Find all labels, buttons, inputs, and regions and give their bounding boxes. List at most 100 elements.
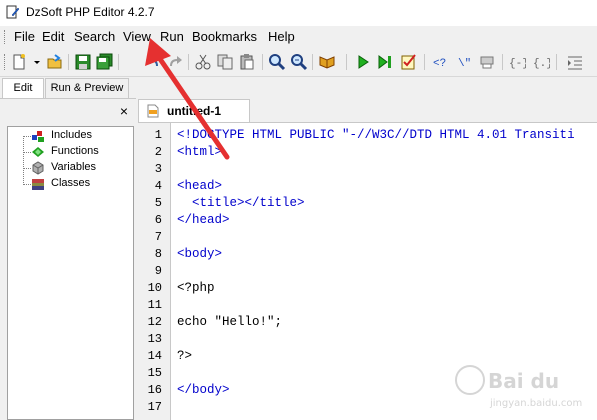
quote-icon[interactable]: \" xyxy=(456,53,474,71)
dropdown-icon[interactable] xyxy=(28,53,40,71)
line-number: 2 xyxy=(154,145,162,159)
toolbar-separator xyxy=(262,54,263,70)
tree-item-includes[interactable]: Includes xyxy=(23,128,131,144)
code-explorer-tree: Includes Functions Variables Classes xyxy=(7,126,134,420)
code-line: <html> xyxy=(177,145,223,159)
includes-icon xyxy=(32,131,44,142)
open-folder-icon[interactable] xyxy=(46,53,64,71)
redo-icon[interactable] xyxy=(166,53,184,71)
line-number: 5 xyxy=(154,196,162,210)
php-file-icon xyxy=(147,104,159,118)
tree-item-label: Variables xyxy=(51,161,97,173)
menu-run[interactable]: Run xyxy=(160,29,184,44)
check-icon[interactable] xyxy=(400,53,418,71)
save-all-icon[interactable] xyxy=(96,53,114,71)
line-number: 7 xyxy=(154,230,162,244)
line-number: 3 xyxy=(154,162,162,176)
menu-edit[interactable]: Edit xyxy=(42,29,64,44)
indent-icon[interactable] xyxy=(566,53,584,71)
php-tag-icon[interactable]: <? xyxy=(432,53,450,71)
line-number: 1 xyxy=(154,128,162,142)
tab-run-preview[interactable]: Run & Preview xyxy=(45,78,129,98)
tree-item-label: Functions xyxy=(51,145,99,157)
toolbar-separator xyxy=(424,54,425,70)
toolbar-separator xyxy=(188,54,189,70)
tree-item-classes[interactable]: Classes xyxy=(23,176,131,192)
classes-icon xyxy=(32,179,44,190)
run-icon[interactable] xyxy=(354,53,372,71)
brace-right-icon[interactable]: {.} xyxy=(532,53,550,71)
tab-edit[interactable]: Edit xyxy=(2,78,44,99)
code-line: <!DOCTYPE HTML PUBLIC "-//W3C//DTD HTML … xyxy=(177,128,575,142)
tree-item-variables[interactable]: Variables xyxy=(23,160,131,176)
title-bar: DzSoft PHP Editor 4.2.7 xyxy=(0,0,597,26)
find-next-icon[interactable] xyxy=(290,53,308,71)
left-tab-strip: Edit Run & Preview xyxy=(0,78,145,99)
menu-bar: File Edit Search View Run Bookmarks Help xyxy=(0,26,597,48)
code-line: echo "Hello!"; xyxy=(177,315,283,329)
line-number: 10 xyxy=(147,281,162,295)
app-icon xyxy=(6,5,20,19)
toolbar-separator xyxy=(68,54,69,70)
document-tab-label: untitled-1 xyxy=(167,104,221,118)
menu-search[interactable]: Search xyxy=(74,29,115,44)
line-number: 12 xyxy=(147,315,162,329)
line-number: 14 xyxy=(147,349,162,363)
run-step-icon[interactable] xyxy=(376,53,394,71)
code-line: <title></title> xyxy=(177,196,305,210)
svg-text:\": \" xyxy=(458,58,471,70)
svg-text:<?: <? xyxy=(433,58,446,70)
svg-text:{.}: {.} xyxy=(533,58,550,70)
watermark-logo: Bai du jingyan.baidu.com xyxy=(455,365,582,409)
paste-icon[interactable] xyxy=(238,53,256,71)
menu-bookmarks[interactable]: Bookmarks xyxy=(192,29,257,44)
code-line: <body> xyxy=(177,247,223,261)
close-panel-icon[interactable]: × xyxy=(118,104,130,118)
menu-view[interactable]: View xyxy=(123,29,151,44)
document-tab[interactable]: untitled-1 xyxy=(138,99,250,122)
window-title: DzSoft PHP Editor 4.2.7 xyxy=(26,5,155,19)
menubar-grip xyxy=(4,30,8,44)
functions-icon xyxy=(32,147,44,157)
line-number: 9 xyxy=(154,264,162,278)
code-line: <head> xyxy=(177,179,223,193)
code-line: ?> xyxy=(177,349,193,363)
find-icon[interactable] xyxy=(268,53,286,71)
line-number: 15 xyxy=(147,366,162,380)
new-file-icon[interactable] xyxy=(10,53,28,71)
svg-text:{-}: {-} xyxy=(509,58,526,70)
svg-text:Bai du: Bai du xyxy=(488,369,559,393)
toolbar-separator xyxy=(118,54,119,70)
undo-icon[interactable] xyxy=(144,53,162,71)
line-number-gutter: 1 2 3 4 5 6 7 8 9 10 11 12 13 14 15 16 1… xyxy=(138,123,171,420)
toolbar-grip xyxy=(4,54,5,70)
code-explorer-panel: × Includes Functions Variables Classes xyxy=(0,98,136,420)
toolbar-separator xyxy=(556,54,557,70)
cut-icon[interactable] xyxy=(194,53,212,71)
book-icon[interactable] xyxy=(318,53,336,71)
line-number: 6 xyxy=(154,213,162,227)
tree-item-label: Includes xyxy=(51,129,92,141)
toolbar: <? \" {-} {.} xyxy=(0,48,597,77)
line-number: 16 xyxy=(147,383,162,397)
menu-help[interactable]: Help xyxy=(268,29,295,44)
print-icon[interactable] xyxy=(478,53,496,71)
svg-text:jingyan.baidu.com: jingyan.baidu.com xyxy=(489,398,582,409)
toolbar-separator xyxy=(312,54,313,70)
tree-item-label: Classes xyxy=(51,177,91,189)
code-line: <?php xyxy=(177,281,215,295)
line-number: 13 xyxy=(147,332,162,346)
line-number: 11 xyxy=(147,298,162,312)
code-line: </body> xyxy=(177,383,230,397)
line-number: 17 xyxy=(147,400,162,414)
toolbar-separator xyxy=(346,54,347,70)
save-icon[interactable] xyxy=(74,53,92,71)
tree-item-functions[interactable]: Functions xyxy=(23,144,131,160)
menu-file[interactable]: File xyxy=(14,29,35,44)
brace-left-icon[interactable]: {-} xyxy=(508,53,526,71)
copy-icon[interactable] xyxy=(216,53,234,71)
line-number: 8 xyxy=(154,247,162,261)
variables-icon xyxy=(32,161,44,175)
toolbar-separator xyxy=(502,54,503,70)
line-number: 4 xyxy=(154,179,162,193)
